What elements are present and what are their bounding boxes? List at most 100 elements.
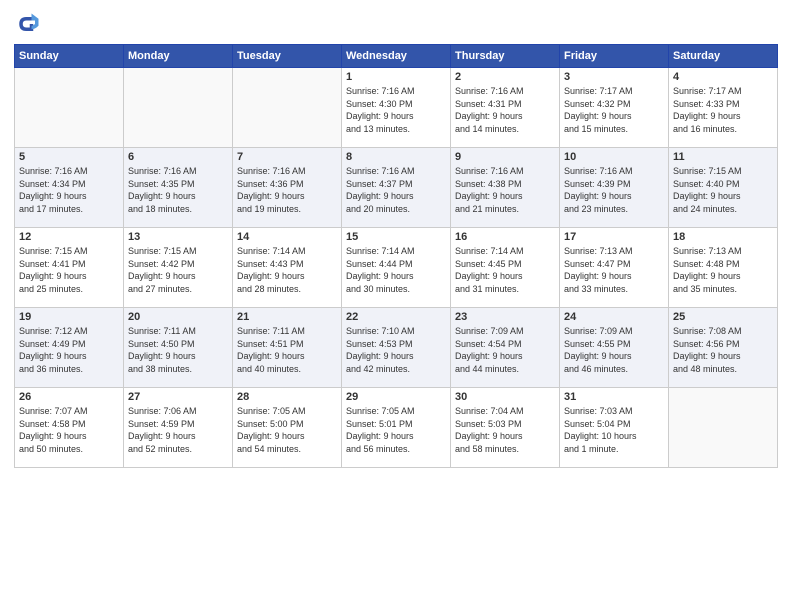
- calendar-cell: 12 Sunrise: 7:15 AM Sunset: 4:41 PM Dayli…: [15, 228, 124, 308]
- day-number: 25: [673, 311, 773, 323]
- calendar-cell: 11Sunrise: 7:15 AM Sunset: 4:40 PM Dayli…: [669, 148, 778, 228]
- day-detail: Sunrise: 7:09 AM Sunset: 4:55 PM Dayligh…: [564, 325, 664, 375]
- calendar-cell: 4 Sunrise: 7:17 AM Sunset: 4:33 PM Daylig…: [669, 68, 778, 148]
- day-detail: Sunrise: 7:11 AM Sunset: 4:51 PM Dayligh…: [237, 325, 337, 375]
- day-number: 7: [237, 151, 337, 163]
- calendar-week-4: 19 Sunrise: 7:12 AM Sunset: 4:49 PM Dayli…: [15, 308, 778, 388]
- header: [14, 10, 778, 38]
- day-number: 16: [455, 231, 555, 243]
- weekday-header-thursday: Thursday: [451, 45, 560, 68]
- day-number: 4: [673, 71, 773, 83]
- weekday-header-row: SundayMondayTuesdayWednesdayThursdayFrid…: [15, 45, 778, 68]
- day-number: 30: [455, 391, 555, 403]
- day-number: 27: [128, 391, 228, 403]
- day-number: 22: [346, 311, 446, 323]
- day-number: 6: [128, 151, 228, 163]
- calendar-cell: 19 Sunrise: 7:12 AM Sunset: 4:49 PM Dayli…: [15, 308, 124, 388]
- calendar-cell: 29 Sunrise: 7:05 AM Sunset: 5:01 PM Dayli…: [342, 388, 451, 468]
- day-detail: Sunrise: 7:12 AM Sunset: 4:49 PM Dayligh…: [19, 325, 119, 375]
- day-number: 28: [237, 391, 337, 403]
- day-detail: Sunrise: 7:13 AM Sunset: 4:47 PM Dayligh…: [564, 245, 664, 295]
- calendar-cell: 28 Sunrise: 7:05 AM Sunset: 5:00 PM Dayli…: [233, 388, 342, 468]
- calendar-cell: 16 Sunrise: 7:14 AM Sunset: 4:45 PM Dayli…: [451, 228, 560, 308]
- calendar-cell: 2 Sunrise: 7:16 AM Sunset: 4:31 PM Daylig…: [451, 68, 560, 148]
- day-detail: Sunrise: 7:14 AM Sunset: 4:45 PM Dayligh…: [455, 245, 555, 295]
- calendar-cell: 27 Sunrise: 7:06 AM Sunset: 4:59 PM Dayli…: [124, 388, 233, 468]
- day-number: 19: [19, 311, 119, 323]
- day-detail: Sunrise: 7:17 AM Sunset: 4:33 PM Dayligh…: [673, 85, 773, 135]
- calendar-cell: 14Sunrise: 7:14 AM Sunset: 4:43 PM Dayli…: [233, 228, 342, 308]
- day-number: 12: [19, 231, 119, 243]
- calendar-cell: 5Sunrise: 7:16 AM Sunset: 4:34 PM Daylig…: [15, 148, 124, 228]
- day-detail: Sunrise: 7:16 AM Sunset: 4:38 PM Dayligh…: [455, 165, 555, 215]
- day-number: 13: [128, 231, 228, 243]
- day-number: 18: [673, 231, 773, 243]
- day-detail: Sunrise: 7:16 AM Sunset: 4:37 PM Dayligh…: [346, 165, 446, 215]
- day-number: 9: [455, 151, 555, 163]
- day-number: 20: [128, 311, 228, 323]
- day-detail: Sunrise: 7:11 AM Sunset: 4:50 PM Dayligh…: [128, 325, 228, 375]
- day-detail: Sunrise: 7:05 AM Sunset: 5:00 PM Dayligh…: [237, 405, 337, 455]
- calendar-cell: 21 Sunrise: 7:11 AM Sunset: 4:51 PM Dayli…: [233, 308, 342, 388]
- calendar-week-2: 5Sunrise: 7:16 AM Sunset: 4:34 PM Daylig…: [15, 148, 778, 228]
- calendar-cell: 22 Sunrise: 7:10 AM Sunset: 4:53 PM Dayli…: [342, 308, 451, 388]
- calendar-cell: [233, 68, 342, 148]
- day-detail: Sunrise: 7:15 AM Sunset: 4:40 PM Dayligh…: [673, 165, 773, 215]
- calendar-cell: 25 Sunrise: 7:08 AM Sunset: 4:56 PM Dayli…: [669, 308, 778, 388]
- day-number: 29: [346, 391, 446, 403]
- calendar-cell: 30 Sunrise: 7:04 AM Sunset: 5:03 PM Dayli…: [451, 388, 560, 468]
- calendar-cell: 13 Sunrise: 7:15 AM Sunset: 4:42 PM Dayli…: [124, 228, 233, 308]
- calendar-cell: 31 Sunrise: 7:03 AM Sunset: 5:04 PM Dayli…: [560, 388, 669, 468]
- day-detail: Sunrise: 7:16 AM Sunset: 4:36 PM Dayligh…: [237, 165, 337, 215]
- day-number: 17: [564, 231, 664, 243]
- day-detail: Sunrise: 7:07 AM Sunset: 4:58 PM Dayligh…: [19, 405, 119, 455]
- calendar-week-3: 12 Sunrise: 7:15 AM Sunset: 4:41 PM Dayli…: [15, 228, 778, 308]
- day-detail: Sunrise: 7:09 AM Sunset: 4:54 PM Dayligh…: [455, 325, 555, 375]
- calendar-cell: 1 Sunrise: 7:16 AM Sunset: 4:30 PM Daylig…: [342, 68, 451, 148]
- calendar-cell: 15 Sunrise: 7:14 AM Sunset: 4:44 PM Dayli…: [342, 228, 451, 308]
- calendar-cell: 20 Sunrise: 7:11 AM Sunset: 4:50 PM Dayli…: [124, 308, 233, 388]
- calendar-cell: [15, 68, 124, 148]
- logo-icon: [14, 10, 42, 38]
- calendar-cell: [124, 68, 233, 148]
- day-number: 21: [237, 311, 337, 323]
- calendar-cell: 6Sunrise: 7:16 AM Sunset: 4:35 PM Daylig…: [124, 148, 233, 228]
- calendar-cell: 9 Sunrise: 7:16 AM Sunset: 4:38 PM Daylig…: [451, 148, 560, 228]
- calendar-week-5: 26Sunrise: 7:07 AM Sunset: 4:58 PM Dayli…: [15, 388, 778, 468]
- day-detail: Sunrise: 7:05 AM Sunset: 5:01 PM Dayligh…: [346, 405, 446, 455]
- weekday-header-friday: Friday: [560, 45, 669, 68]
- day-number: 31: [564, 391, 664, 403]
- calendar-cell: 8Sunrise: 7:16 AM Sunset: 4:37 PM Daylig…: [342, 148, 451, 228]
- day-detail: Sunrise: 7:03 AM Sunset: 5:04 PM Dayligh…: [564, 405, 664, 455]
- day-detail: Sunrise: 7:16 AM Sunset: 4:31 PM Dayligh…: [455, 85, 555, 135]
- day-detail: Sunrise: 7:15 AM Sunset: 4:41 PM Dayligh…: [19, 245, 119, 295]
- day-number: 1: [346, 71, 446, 83]
- logo: [14, 10, 46, 38]
- calendar-table: SundayMondayTuesdayWednesdayThursdayFrid…: [14, 44, 778, 468]
- weekday-header-saturday: Saturday: [669, 45, 778, 68]
- calendar-cell: [669, 388, 778, 468]
- day-detail: Sunrise: 7:16 AM Sunset: 4:30 PM Dayligh…: [346, 85, 446, 135]
- day-number: 2: [455, 71, 555, 83]
- calendar-cell: 17 Sunrise: 7:13 AM Sunset: 4:47 PM Dayli…: [560, 228, 669, 308]
- calendar-cell: 10 Sunrise: 7:16 AM Sunset: 4:39 PM Dayli…: [560, 148, 669, 228]
- day-detail: Sunrise: 7:10 AM Sunset: 4:53 PM Dayligh…: [346, 325, 446, 375]
- weekday-header-sunday: Sunday: [15, 45, 124, 68]
- calendar-cell: 24Sunrise: 7:09 AM Sunset: 4:55 PM Dayli…: [560, 308, 669, 388]
- weekday-header-wednesday: Wednesday: [342, 45, 451, 68]
- day-detail: Sunrise: 7:04 AM Sunset: 5:03 PM Dayligh…: [455, 405, 555, 455]
- calendar-cell: 26Sunrise: 7:07 AM Sunset: 4:58 PM Dayli…: [15, 388, 124, 468]
- day-number: 10: [564, 151, 664, 163]
- day-number: 15: [346, 231, 446, 243]
- day-detail: Sunrise: 7:14 AM Sunset: 4:44 PM Dayligh…: [346, 245, 446, 295]
- day-detail: Sunrise: 7:17 AM Sunset: 4:32 PM Dayligh…: [564, 85, 664, 135]
- calendar-cell: 3 Sunrise: 7:17 AM Sunset: 4:32 PM Daylig…: [560, 68, 669, 148]
- day-detail: Sunrise: 7:14 AM Sunset: 4:43 PM Dayligh…: [237, 245, 337, 295]
- day-detail: Sunrise: 7:16 AM Sunset: 4:39 PM Dayligh…: [564, 165, 664, 215]
- day-detail: Sunrise: 7:06 AM Sunset: 4:59 PM Dayligh…: [128, 405, 228, 455]
- day-detail: Sunrise: 7:08 AM Sunset: 4:56 PM Dayligh…: [673, 325, 773, 375]
- calendar-week-1: 1 Sunrise: 7:16 AM Sunset: 4:30 PM Daylig…: [15, 68, 778, 148]
- day-number: 23: [455, 311, 555, 323]
- day-number: 3: [564, 71, 664, 83]
- day-detail: Sunrise: 7:15 AM Sunset: 4:42 PM Dayligh…: [128, 245, 228, 295]
